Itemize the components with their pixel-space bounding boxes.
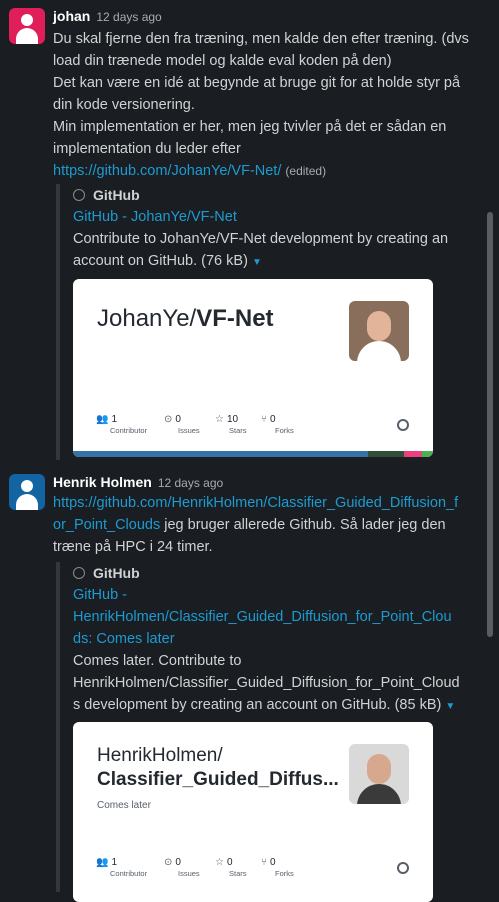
stat-value: 0 (175, 857, 181, 868)
repo-owner: JohanYe/ (97, 305, 197, 332)
owner-avatar (349, 301, 409, 361)
stat-label: Issues (178, 869, 200, 878)
forks-stat: ⑂ 0 Forks (261, 857, 294, 878)
message-author[interactable]: Henrik Holmen 12 days ago (53, 474, 223, 490)
forks-stat: ⑂ 0 Forks (261, 414, 294, 435)
stat-label: Contributor (110, 426, 148, 435)
message-text: jeg bruger allerede Github. Så lader jeg… (160, 517, 446, 533)
user-avatar-icon[interactable] (9, 8, 45, 44)
stat-label: Stars (229, 426, 247, 435)
stat-value: 0 (270, 857, 276, 868)
dropdown-caret-icon[interactable]: ▼ (445, 701, 455, 712)
github-icon (73, 189, 85, 201)
message-line: Min implementation er her, men jeg tvivl… (53, 119, 447, 135)
message-link[interactable]: https://github.com/HenrikHolmen/Classifi… (53, 492, 473, 514)
issues-icon: ⊙ (164, 414, 173, 425)
author-name[interactable]: johan (53, 8, 90, 24)
forks-icon: ⑂ (261, 414, 267, 425)
message-line: Du skal fjerne den fra træning, men kald… (53, 31, 469, 47)
link-unfurl: GitHub GitHub - JohanYe/VF-Net Contribut… (56, 184, 448, 460)
link-unfurl: GitHub GitHub - HenrikHolmen/Classifier_… (56, 562, 460, 902)
unfurl-title-line[interactable]: ds: Comes later (73, 628, 473, 650)
message-henrik-holmen: Henrik Holmen 12 days ago https://github.… (0, 470, 485, 902)
repo-preview-card[interactable]: HenrikHolmen/ Classifier_Guided_Diffus..… (73, 722, 433, 902)
issues-icon: ⊙ (164, 857, 173, 868)
github-icon (73, 567, 85, 579)
stat-value: 0 (270, 414, 276, 425)
repo-preview-card[interactable]: JohanYe/VF-Net 👥 1 Contributor ⊙ 0 Issues ☆ 1… (73, 279, 433, 457)
message-line: implementation du leder efter (53, 141, 241, 157)
unfurl-description-line: account on GitHub. (76 kB) (73, 253, 248, 269)
message-line: load din trænede model og kalde eval kod… (53, 53, 392, 69)
message-link[interactable]: https://github.com/JohanYe/VF-Net/ (53, 163, 281, 179)
unfurl-title-line[interactable]: GitHub - (73, 584, 473, 606)
stat-label: Forks (275, 426, 294, 435)
unfurl-title-link[interactable]: GitHub - JohanYe/VF-Net (73, 206, 473, 228)
message-timestamp[interactable]: 12 days ago (158, 476, 223, 490)
message-timestamp[interactable]: 12 days ago (96, 10, 161, 24)
stat-value: 0 (175, 414, 181, 425)
unfurl-title-line[interactable]: HenrikHolmen/Classifier_Guided_Diffusion… (73, 606, 473, 628)
edited-label: (edited) (285, 164, 327, 178)
message-line: Det kan være en idé at begynde at bruge … (53, 75, 461, 91)
stat-label: Issues (178, 426, 200, 435)
stars-stat: ☆ 10 Stars (215, 414, 247, 435)
unfurl-description: Comes later. Contribute to HenrikHolmen/… (73, 650, 473, 718)
message-line: træne på HPC i 24 timer. (53, 539, 213, 555)
repo-card-title: JohanYe/VF-Net (97, 305, 274, 333)
unfurl-description-line: Comes later. Contribute to (73, 653, 242, 669)
contributors-stat: 👥 1 Contributor (96, 414, 147, 435)
repo-card-title: HenrikHolmen/ Classifier_Guided_Diffus..… (97, 744, 339, 792)
user-avatar-icon[interactable] (9, 474, 45, 510)
message-line: din kode versionering. (53, 97, 195, 113)
unfurl-title-link[interactable]: GitHub - HenrikHolmen/Classifier_Guided_… (73, 584, 473, 650)
stat-label: Stars (229, 869, 247, 878)
stat-label: Forks (275, 869, 294, 878)
unfurl-description-line: HenrikHolmen/Classifier_Guided_Diffusion… (73, 675, 460, 691)
stars-stat: ☆ 0 Stars (215, 857, 247, 878)
stat-value: 1 (111, 857, 118, 868)
message-link[interactable]: or_Point_Clouds (53, 517, 160, 533)
github-icon (397, 862, 409, 874)
stat-value: 1 (111, 414, 118, 425)
unfurl-source: GitHub (73, 562, 473, 584)
repo-subtitle: Comes later (97, 800, 151, 811)
message-body: https://github.com/HenrikHolmen/Classifi… (53, 492, 473, 558)
stat-value: 10 (226, 414, 239, 425)
stars-icon: ☆ (215, 857, 224, 868)
unfurl-description: Contribute to JohanYe/VF-Net development… (73, 228, 473, 274)
dropdown-caret-icon[interactable]: ▼ (252, 257, 262, 268)
message-body: Du skal fjerne den fra træning, men kald… (53, 28, 473, 182)
issues-stat: ⊙ 0 Issues (164, 414, 200, 435)
stars-icon: ☆ (215, 414, 224, 425)
github-icon (397, 419, 409, 431)
unfurl-description-line: s development by creating an account on … (73, 697, 442, 713)
unfurl-source: GitHub (73, 184, 473, 206)
owner-avatar (349, 744, 409, 804)
message-author[interactable]: johan 12 days ago (53, 8, 162, 24)
forks-icon: ⑂ (261, 857, 267, 868)
repo-name: VF-Net (196, 305, 274, 332)
repo-owner: HenrikHolmen/ (97, 745, 223, 766)
unfurl-source-label: GitHub (93, 187, 140, 203)
stat-label: Contributor (110, 869, 148, 878)
scrollbar[interactable] (487, 212, 493, 637)
unfurl-source-label: GitHub (93, 565, 140, 581)
author-name[interactable]: Henrik Holmen (53, 474, 152, 490)
language-bar (73, 451, 433, 457)
repo-name: Classifier_Guided_Diffus... (97, 769, 339, 790)
message-johan: johan 12 days ago Du skal fjerne den fra … (0, 0, 485, 460)
issues-stat: ⊙ 0 Issues (164, 857, 200, 878)
contributor-icon: 👥 (96, 857, 109, 868)
unfurl-description-line: Contribute to JohanYe/VF-Net development… (73, 231, 449, 247)
stat-value: 0 (226, 857, 233, 868)
contributors-stat: 👥 1 Contributor (96, 857, 147, 878)
contributor-icon: 👥 (96, 414, 109, 425)
